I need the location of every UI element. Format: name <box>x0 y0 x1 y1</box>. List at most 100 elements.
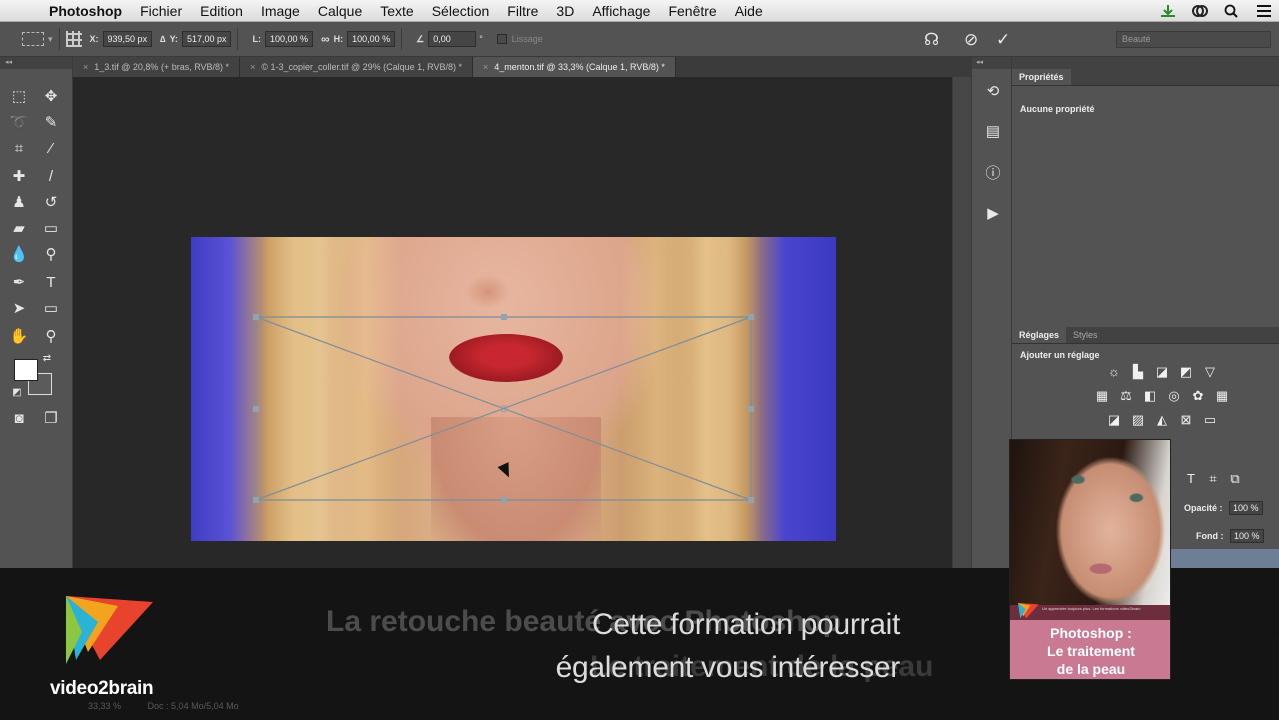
tab-styles[interactable]: Styles <box>1066 327 1105 343</box>
color-lookup-icon[interactable]: ▦ <box>1213 388 1231 404</box>
search-icon[interactable] <box>1223 4 1241 18</box>
menu-texte[interactable]: Texte <box>371 3 422 19</box>
dock-header[interactable]: ◂◂ <box>972 57 1011 69</box>
close-tab-icon[interactable]: × <box>483 62 488 72</box>
menu-fenetre[interactable]: Fenêtre <box>659 3 725 19</box>
smart-object-filter-icon[interactable]: ⧉ <box>1226 471 1244 487</box>
invert-icon[interactable]: ◪ <box>1105 412 1123 428</box>
vibrance-icon[interactable]: ▽ <box>1201 364 1219 380</box>
menu-calque[interactable]: Calque <box>309 3 371 19</box>
rectangle-tool-icon[interactable]: ▭ <box>40 299 62 319</box>
quick-mask-icon[interactable]: ◙ <box>8 409 30 429</box>
tab-properties[interactable]: Propriétés <box>1012 69 1071 85</box>
rotation-angle-field[interactable]: 0,00 <box>428 31 477 47</box>
exposure-icon[interactable]: ◩ <box>1177 364 1195 380</box>
canvas-scrollbar[interactable] <box>952 77 971 568</box>
posterize-icon[interactable]: ▨ <box>1129 412 1147 428</box>
commit-transform-icon[interactable]: ✓ <box>996 22 1010 57</box>
creative-cloud-icon[interactable] <box>1191 4 1209 18</box>
panel-group-header[interactable] <box>1012 57 1279 69</box>
doc-size: Doc : 5,04 Mo/5,04 Mo <box>147 701 239 711</box>
width-scale-field[interactable]: 100,00 % <box>264 31 314 47</box>
menu-selection[interactable]: Sélection <box>423 3 499 19</box>
warp-mode-icon[interactable]: ☊ <box>924 22 939 57</box>
brightness-icon[interactable]: ☼ <box>1105 364 1123 380</box>
opacity-field[interactable]: 100 % <box>1229 501 1263 515</box>
history-brush-tool-icon[interactable]: ↺ <box>40 193 62 213</box>
gradient-map-icon[interactable]: ▭ <box>1201 412 1219 428</box>
download-icon[interactable] <box>1159 4 1177 18</box>
type-tool-icon[interactable]: T <box>40 273 62 293</box>
tools-panel-header[interactable]: ◂◂ <box>0 57 72 69</box>
history-panel-icon[interactable]: ⟲ <box>982 81 1004 103</box>
black-white-icon[interactable]: ◧ <box>1141 388 1159 404</box>
levels-icon[interactable]: ▙ <box>1129 364 1147 380</box>
menu-fichier[interactable]: Fichier <box>131 3 191 19</box>
clone-stamp-tool-icon[interactable]: ♟ <box>8 193 30 213</box>
menu-aide[interactable]: Aide <box>726 3 772 19</box>
quick-selection-tool-icon[interactable]: ✎ <box>40 113 62 133</box>
menu-filtre[interactable]: Filtre <box>498 3 547 19</box>
path-selection-tool-icon[interactable]: ➤ <box>8 299 30 319</box>
list-menu-icon[interactable] <box>1255 4 1273 18</box>
menu-image[interactable]: Image <box>252 3 309 19</box>
cancel-transform-icon[interactable]: ⊘ <box>964 22 978 57</box>
brush-tool-icon[interactable]: / <box>40 167 62 187</box>
canvas-area[interactable] <box>73 77 971 568</box>
foreground-color-swatch[interactable] <box>14 359 38 381</box>
eyedropper-tool-icon[interactable]: ⁄ <box>40 139 62 159</box>
channel-mixer-icon[interactable]: ✿ <box>1189 388 1207 404</box>
menu-3d[interactable]: 3D <box>547 3 583 19</box>
transform-tool-icon[interactable] <box>22 32 44 46</box>
tool-preset-chevron-icon[interactable]: ▾ <box>48 34 53 45</box>
reference-point-icon[interactable] <box>65 31 82 47</box>
crop-tool-icon[interactable]: ⌗ <box>8 139 30 159</box>
selective-color-icon[interactable]: ⊠ <box>1177 412 1195 428</box>
gradient-tool-icon[interactable]: ▭ <box>40 219 62 239</box>
close-tab-icon[interactable]: × <box>250 62 255 72</box>
tab-copier-coller[interactable]: × © 1-3_copier_coller.tif @ 29% (Calque 1… <box>240 57 474 77</box>
fill-field[interactable]: 100 % <box>1230 529 1264 543</box>
hand-tool-icon[interactable]: ✋ <box>8 327 30 347</box>
dodge-tool-icon[interactable]: ⚲ <box>40 245 62 265</box>
tab-1-3[interactable]: × 1_3.tif @ 20,8% (+ bras, RVB/8) * <box>73 57 241 77</box>
transform-bounding-box[interactable] <box>73 77 971 568</box>
link-ratio-icon[interactable]: ∞ <box>321 32 330 46</box>
blur-tool-icon[interactable]: 💧 <box>8 245 30 265</box>
screen-mode-icon[interactable]: ❐ <box>40 409 62 429</box>
shape-filter-icon[interactable]: ⌗ <box>1204 471 1222 487</box>
healing-brush-tool-icon[interactable]: ✚ <box>8 167 30 187</box>
close-tab-icon[interactable]: × <box>83 62 88 72</box>
menu-affichage[interactable]: Affichage <box>583 3 659 19</box>
actions-panel-icon[interactable]: ▶ <box>982 203 1004 225</box>
threshold-icon[interactable]: ◭ <box>1153 412 1171 428</box>
swap-colors-icon[interactable]: ⇄ <box>36 349 58 369</box>
angle-icon: ∠ <box>416 33 425 44</box>
y-position-field[interactable]: 517,00 px <box>181 31 232 47</box>
hue-saturation-icon[interactable]: ▦ <box>1093 388 1111 404</box>
pen-tool-icon[interactable]: ✒ <box>8 273 30 293</box>
smoothing-checkbox[interactable] <box>496 34 507 44</box>
selected-layer-row[interactable] <box>1170 549 1279 568</box>
type-filter-icon[interactable]: T <box>1182 471 1200 487</box>
x-position-field[interactable]: 939,50 px <box>102 31 153 47</box>
photo-filter-icon[interactable]: ◎ <box>1165 388 1183 404</box>
layer-comps-icon[interactable]: ▤ <box>982 121 1004 143</box>
info-panel-icon[interactable]: ⓘ <box>982 163 1004 185</box>
tab-adjustments[interactable]: Réglages <box>1012 327 1067 343</box>
zoom-tool-icon[interactable]: ⚲ <box>40 327 62 347</box>
lasso-tool-icon[interactable]: ➰ <box>8 113 30 133</box>
marquee-tool-icon[interactable]: ⬚ <box>8 87 30 107</box>
tab-label: 4_menton.tif @ 33,3% (Calque 1, RVB/8) * <box>494 62 665 72</box>
height-scale-field[interactable]: 100,00 % <box>347 31 396 47</box>
menu-edition[interactable]: Edition <box>191 3 252 19</box>
move-tool-icon[interactable]: ✥ <box>40 87 62 107</box>
color-balance-icon[interactable]: ⚖ <box>1117 388 1135 404</box>
menu-app-name[interactable]: Photoshop <box>40 3 131 19</box>
default-colors-icon[interactable]: ◩ <box>6 383 28 403</box>
workspace-select[interactable]: Beauté <box>1116 31 1271 48</box>
tab-menton[interactable]: × 4_menton.tif @ 33,3% (Calque 1, RVB/8) … <box>473 57 676 77</box>
eraser-tool-icon[interactable]: ▰ <box>8 219 30 239</box>
course-promo-card[interactable]: Un apprendre toujours plus. Les formatio… <box>1009 439 1171 680</box>
curves-icon[interactable]: ◪ <box>1153 364 1171 380</box>
